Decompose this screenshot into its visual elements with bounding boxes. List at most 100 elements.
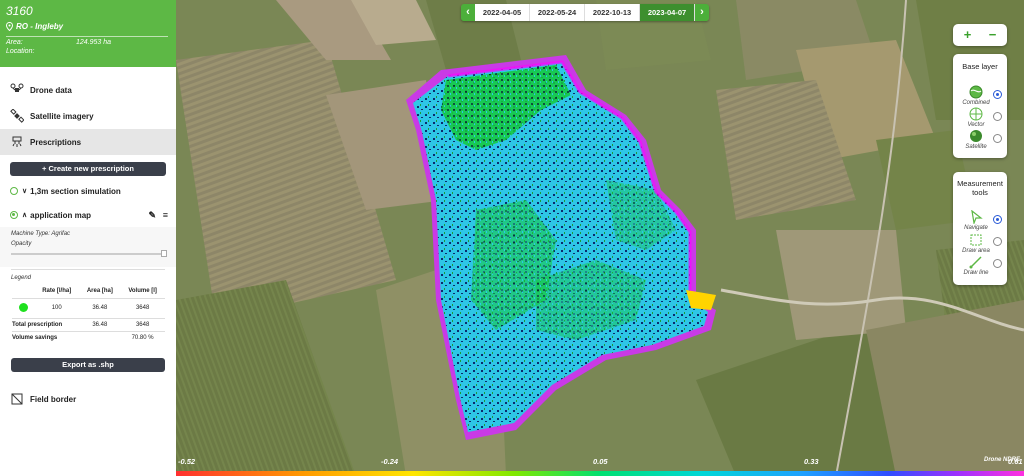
nav-prescriptions-label: Prescriptions — [30, 137, 82, 147]
nav-satellite-imagery[interactable]: Satellite imagery — [0, 103, 176, 129]
satellite-background — [176, 0, 1024, 476]
sprayer-icon — [12, 136, 22, 147]
prescription-item-section-sim[interactable]: ∨ 1,3m section simulation — [0, 179, 176, 203]
tool-draw-area-radio[interactable] — [993, 237, 1002, 246]
tool-navigate[interactable]: Navigate — [953, 210, 999, 231]
prescription-name: 1,3m section simulation — [30, 186, 121, 196]
create-prescription-button[interactable]: + Create new prescription — [10, 162, 166, 176]
ndvi-tick-max: 0.61 — [1008, 457, 1023, 466]
measurement-tools-panel: Measurement tools Navigate Draw area Dra… — [953, 172, 1007, 285]
savings-value: 70.80 % — [120, 330, 165, 344]
measurement-tools-title: Measurement tools — [957, 179, 1003, 197]
draw-line-icon — [969, 256, 982, 269]
menu-icon[interactable]: ≡ — [163, 210, 168, 220]
cursor-icon — [971, 210, 983, 224]
base-layer-vector-label: Vector — [967, 122, 985, 128]
edit-pencil-icon[interactable]: ✎ — [148, 210, 156, 221]
satellite-icon — [10, 109, 24, 123]
tool-draw-area[interactable]: Draw area — [953, 233, 999, 254]
legend-savings-row: Volume savings 70.80 % — [12, 330, 165, 344]
tool-navigate-label: Navigate — [964, 225, 988, 231]
legend-header-area: Area [ha] — [86, 287, 113, 294]
legend-total-row: Total prescription 36.48 3648 — [12, 317, 165, 331]
drone-icon — [10, 83, 24, 92]
base-layer-satellite-radio[interactable] — [993, 134, 1002, 143]
globe-combined-icon — [969, 85, 983, 99]
total-label: Total prescription — [12, 317, 80, 331]
legend-volume: 3648 — [120, 297, 165, 318]
opacity-label: Opacity — [11, 241, 32, 247]
date-tab-1[interactable]: 2022-04-05 — [475, 4, 530, 21]
tool-draw-line[interactable]: Draw line — [953, 255, 999, 276]
date-tab-3[interactable]: 2022-10-13 — [585, 4, 640, 21]
area-label: Area: — [6, 39, 23, 46]
legend-area: 36.48 — [79, 297, 121, 318]
location-row: Location: — [6, 48, 170, 55]
base-layer-combined[interactable]: Combined — [953, 85, 999, 106]
location-label: Location: — [6, 48, 35, 55]
field-border-icon — [11, 393, 23, 405]
next-date-icon[interactable]: › — [695, 4, 709, 21]
ndvi-scale-bar: -0.52 -0.24 0.05 0.33 Drone NDRE 0.61 — [176, 456, 1024, 476]
date-tab-4[interactable]: 2023-04-07 — [640, 4, 695, 21]
area-value: 124.953 ha — [76, 39, 112, 46]
ndvi-gradient — [176, 471, 1024, 476]
savings-label: Volume savings — [12, 330, 80, 344]
base-layer-vector-radio[interactable] — [993, 112, 1002, 121]
zoom-controls: + − — [953, 24, 1007, 46]
zoom-in-button[interactable]: + — [955, 26, 980, 43]
base-layer-combined-label: Combined — [962, 100, 990, 106]
opacity-slider-handle[interactable] — [161, 250, 167, 257]
nav-prescriptions[interactable]: Prescriptions — [0, 129, 176, 155]
ndvi-tick-2: -0.24 — [381, 457, 399, 466]
legend-color-swatch — [18, 302, 28, 312]
base-layer-satellite[interactable]: Satellite — [953, 129, 999, 150]
nav-drone-data-label: Drone data — [30, 85, 72, 95]
globe-satellite-icon — [970, 130, 982, 142]
base-layer-combined-radio[interactable] — [993, 90, 1002, 99]
prescription-select-radio[interactable] — [10, 187, 18, 195]
base-layer-title: Base layer — [962, 62, 998, 71]
export-shp-button[interactable]: Export as .shp — [11, 358, 165, 372]
base-layer-satellite-label: Satellite — [965, 144, 987, 150]
field-owner-label: RO - Ingleby — [16, 22, 64, 31]
legend-header-rate: Rate [l/ha] — [42, 287, 72, 294]
map-view[interactable] — [176, 0, 1024, 476]
total-area: 36.48 — [79, 317, 121, 331]
area-row: Area: 124.953 ha — [6, 39, 170, 46]
base-layer-vector[interactable]: Vector — [953, 107, 999, 128]
machine-type: Machine Type: Agrifac — [11, 231, 71, 237]
legend-table: Rate [l/ha] Area [ha] Volume [l] 100 36.… — [12, 284, 165, 344]
legend-label: Legend — [11, 275, 32, 281]
nav-field-border-label: Field border — [30, 394, 77, 404]
legend-header-row: Rate [l/ha] Area [ha] Volume [l] — [12, 284, 165, 298]
draw-area-icon — [970, 234, 982, 246]
chevron-down-icon[interactable]: ∨ — [22, 187, 27, 195]
prescription-select-radio[interactable] — [10, 211, 18, 219]
legend-rate: 100 — [34, 297, 80, 318]
ndvi-tick-3: 0.05 — [593, 457, 608, 466]
ndvi-tick-4: 0.33 — [804, 457, 819, 466]
prescription-item-application-map[interactable]: ∧ application map ✎ ≡ — [0, 203, 176, 227]
date-tab-2[interactable]: 2022-05-24 — [530, 4, 585, 21]
field-id: 3160 — [6, 4, 33, 18]
location-pin-icon — [6, 22, 13, 31]
tool-draw-line-radio[interactable] — [993, 259, 1002, 268]
nav-field-border[interactable]: Field border — [0, 386, 176, 412]
nav-drone-data[interactable]: Drone data — [0, 77, 176, 103]
total-volume: 3648 — [120, 317, 165, 331]
tool-navigate-radio[interactable] — [993, 215, 1002, 224]
previous-date-icon[interactable]: ‹ — [461, 4, 475, 21]
prescription-details: Machine Type: Agrifac Opacity — [0, 227, 176, 267]
chevron-up-icon[interactable]: ∧ — [22, 211, 27, 219]
opacity-slider[interactable] — [11, 250, 167, 258]
nav-satellite-imagery-label: Satellite imagery — [30, 111, 94, 121]
globe-vector-icon — [969, 107, 983, 121]
date-selector: ‹ 2022-04-05 2022-05-24 2022-10-13 2023-… — [461, 4, 709, 21]
zoom-out-button[interactable]: − — [980, 26, 1005, 43]
legend-header-volume: Volume [l] — [128, 287, 157, 294]
field-owner: RO - Ingleby — [6, 22, 170, 31]
sidebar: 3160 RO - Ingleby Area: 124.953 ha Locat… — [0, 0, 176, 476]
tool-draw-area-label: Draw area — [962, 248, 990, 254]
base-layer-panel: Base layer Combined Vector Satellite — [953, 54, 1007, 158]
